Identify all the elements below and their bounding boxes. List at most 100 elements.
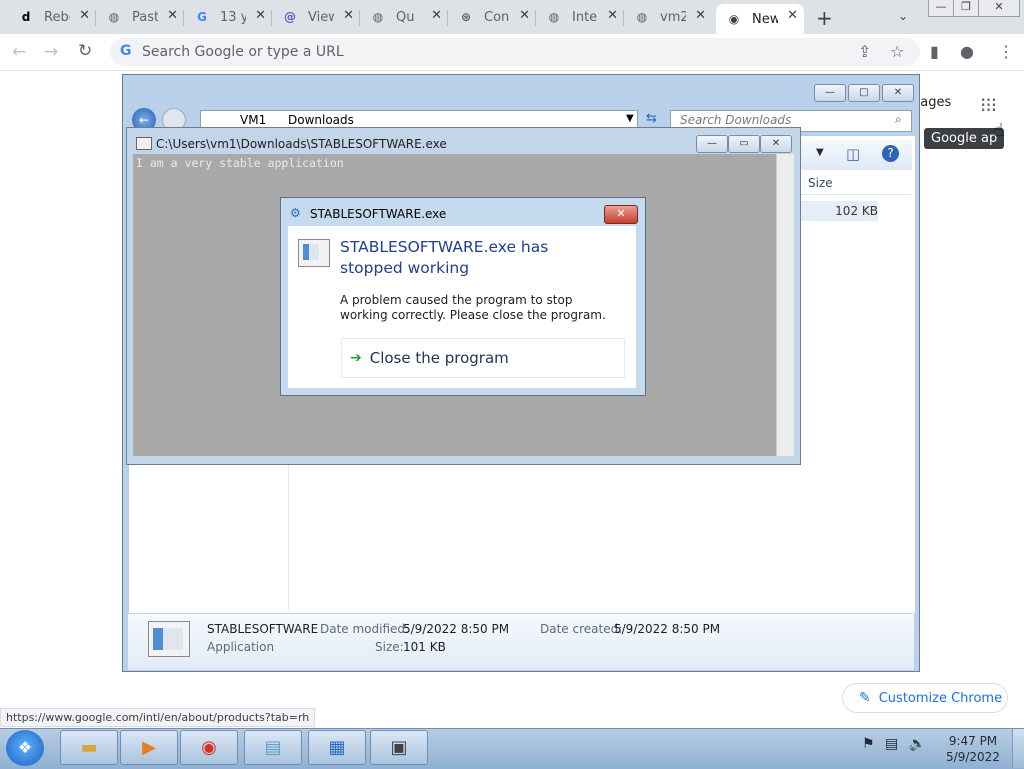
tab-label: View bbox=[308, 9, 334, 25]
breadcrumb-downloads[interactable]: Downloads bbox=[288, 113, 354, 127]
explorer-maximize-icon[interactable]: □ bbox=[848, 84, 880, 102]
network-icon[interactable]: ▤ bbox=[885, 736, 898, 752]
explorer-minimize-icon[interactable]: — bbox=[814, 84, 846, 102]
tab-search-icon[interactable]: ⌄ bbox=[898, 9, 908, 23]
volume-icon[interactable]: 🔈 bbox=[909, 736, 926, 752]
action-center-flag-icon[interactable]: ⚑ bbox=[862, 736, 875, 752]
forward-icon[interactable]: → bbox=[44, 42, 58, 62]
program-icon bbox=[298, 239, 330, 267]
tab-label: Qu bbox=[396, 9, 415, 25]
google-apps-icon[interactable]: ⁝⁝⁝ bbox=[980, 93, 997, 117]
console-close-icon[interactable]: ✕ bbox=[760, 135, 792, 153]
explorer-close-icon[interactable]: ✕ bbox=[882, 84, 914, 102]
tab-favicon: d bbox=[21, 10, 31, 24]
details-date-created-label: Date created: bbox=[540, 622, 623, 636]
dialog-message: A problem caused the program to stop wor… bbox=[340, 293, 606, 322]
tab-4[interactable]: @ View ✕ bbox=[272, 4, 360, 30]
globe-icon: ◍ bbox=[548, 10, 560, 24]
tab-label: vm2 bbox=[660, 9, 686, 25]
taskbar-stablesoftware-icon[interactable]: ▣ bbox=[370, 730, 428, 765]
taskbar-notepad-icon[interactable]: ▤ bbox=[244, 730, 302, 765]
close-icon[interactable]: ✕ bbox=[695, 8, 706, 23]
hand-cursor-icon: ☝ bbox=[993, 120, 1004, 141]
tab-8[interactable]: ◍ vm2 ✕ bbox=[624, 4, 712, 30]
explorer-search-placeholder: Search Downloads bbox=[680, 113, 792, 127]
address-dropdown-icon[interactable]: ▼ bbox=[626, 113, 634, 124]
reload-icon[interactable]: ↻ bbox=[78, 41, 92, 61]
details-size-label: Size: bbox=[375, 640, 404, 654]
taskbar-chrome-icon[interactable]: ◉ bbox=[180, 730, 238, 765]
tab-label: 13 y bbox=[220, 9, 246, 25]
close-icon[interactable]: ✕ bbox=[787, 8, 798, 23]
side-panel-icon[interactable]: ▮ bbox=[930, 42, 939, 61]
globe-icon: ◍ bbox=[108, 10, 120, 24]
customize-chrome-button[interactable]: ✎ Customize Chrome bbox=[842, 683, 1008, 713]
google-icon: G bbox=[197, 10, 207, 24]
tab-5[interactable]: ◍ Qu ✕ bbox=[360, 4, 448, 30]
clock-time: 9:47 PM bbox=[948, 734, 998, 748]
taskbar-remote-desktop-icon[interactable]: ▦ bbox=[308, 730, 366, 765]
tab-3[interactable]: G 13 y ✕ bbox=[184, 4, 272, 30]
close-icon[interactable]: ✕ bbox=[255, 8, 266, 23]
minimize-icon[interactable]: — bbox=[928, 0, 954, 17]
preview-pane-icon[interactable]: ◫ bbox=[846, 145, 860, 163]
dialog-app-icon: ⚙ bbox=[290, 206, 301, 220]
details-date-modified: 5/9/2022 8:50 PM bbox=[403, 622, 510, 636]
restore-icon[interactable]: ❐ bbox=[953, 0, 979, 17]
tab-label: Rebe bbox=[44, 9, 70, 25]
help-icon[interactable]: ? bbox=[882, 145, 899, 162]
tab-7[interactable]: ◍ Inte ✕ bbox=[536, 4, 624, 30]
console-maximize-icon[interactable]: ▭ bbox=[728, 135, 760, 153]
taskbar-media-player-icon[interactable]: ▶ bbox=[120, 730, 178, 765]
bookmark-star-icon[interactable]: ☆ bbox=[890, 42, 904, 61]
details-size: 101 KB bbox=[403, 640, 446, 654]
close-program-label: Close the program bbox=[369, 349, 509, 367]
new-tab-icon[interactable]: + bbox=[816, 6, 833, 30]
console-app-icon bbox=[136, 137, 152, 150]
tab-9-active[interactable]: ◉ New ✕ bbox=[716, 4, 804, 34]
status-url: https://www.google.com/intl/en/about/pro… bbox=[0, 708, 316, 727]
profile-avatar-icon[interactable]: ● bbox=[960, 42, 974, 61]
search-icon[interactable]: ⌕ bbox=[895, 112, 902, 127]
menu-dots-icon[interactable]: ⋮ bbox=[998, 42, 1014, 61]
refresh-icon[interactable]: ⇆ bbox=[646, 111, 657, 126]
taskbar-clock[interactable]: 9:47 PM 5/9/2022 bbox=[944, 733, 1002, 765]
console-scrollbar[interactable] bbox=[776, 154, 794, 456]
close-icon[interactable]: ✕ bbox=[343, 8, 354, 23]
tab-1[interactable]: d Rebe ✕ bbox=[8, 4, 96, 30]
file-size-cell[interactable]: 102 KB bbox=[800, 201, 878, 221]
application-icon bbox=[148, 621, 190, 657]
close-window-icon[interactable]: ✕ bbox=[978, 0, 1020, 17]
close-icon[interactable]: ✕ bbox=[519, 8, 530, 23]
console-minimize-icon[interactable]: — bbox=[696, 135, 728, 153]
close-icon[interactable]: ✕ bbox=[607, 8, 618, 23]
taskbar-explorer-icon[interactable]: ▬ bbox=[60, 730, 118, 765]
details-file-type: Application bbox=[207, 640, 275, 654]
at-icon: @ bbox=[284, 10, 296, 24]
close-program-button[interactable]: ➔ Close the program bbox=[341, 338, 625, 378]
details-date-created: 5/9/2022 8:50 PM bbox=[614, 622, 721, 636]
view-dropdown-icon[interactable]: ▼ bbox=[816, 147, 824, 158]
tab-2[interactable]: ◍ Past ✕ bbox=[96, 4, 184, 30]
console-title: C:\Users\vm1\Downloads\STABLESOFTWARE.ex… bbox=[156, 137, 447, 151]
tab-6[interactable]: ⊛ Con ✕ bbox=[448, 4, 536, 30]
dialog-title: STABLESOFTWARE.exe bbox=[310, 207, 447, 221]
tab-label: Con bbox=[484, 9, 510, 25]
breadcrumb-vm1[interactable]: VM1 bbox=[240, 113, 266, 127]
share-icon[interactable]: ⇪ bbox=[858, 42, 871, 61]
clock-date: 5/9/2022 bbox=[946, 750, 1000, 764]
dialog-close-icon[interactable]: ✕ bbox=[604, 205, 638, 224]
tab-label: Past bbox=[132, 9, 158, 25]
show-desktop-button[interactable] bbox=[1012, 729, 1024, 768]
back-icon[interactable]: ← bbox=[12, 42, 26, 62]
close-icon[interactable]: ✕ bbox=[167, 8, 178, 23]
google-icon: G bbox=[120, 43, 132, 59]
omnibox-input[interactable]: Search Google or type a URL bbox=[142, 44, 344, 60]
close-icon[interactable]: ✕ bbox=[431, 8, 442, 23]
green-arrow-icon: ➔ bbox=[350, 350, 362, 366]
console-output-text: I am a very stable application bbox=[136, 156, 344, 170]
close-icon[interactable]: ✕ bbox=[79, 8, 90, 23]
tab-label: New bbox=[752, 11, 778, 27]
size-column-label: Size bbox=[808, 176, 833, 190]
start-button[interactable]: ❖ bbox=[6, 730, 44, 766]
